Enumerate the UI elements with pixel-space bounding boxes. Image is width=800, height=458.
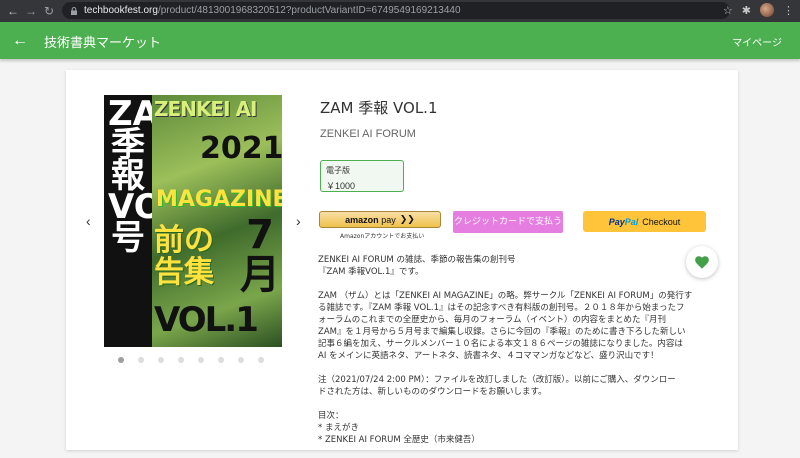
browser-reload-icon[interactable]: ↻	[40, 4, 58, 18]
description-line: ZENKEI AI FORUM の雑誌、季節の報告集の創刊号	[318, 255, 516, 265]
variant-price: ￥1000	[326, 181, 356, 191]
carousel-dot[interactable]	[118, 357, 124, 363]
browser-forward-icon[interactable]: →	[22, 4, 40, 18]
browser-back-icon[interactable]: ←	[4, 4, 22, 18]
cover-zenkei-text: ZENKEI AI	[154, 97, 257, 121]
heart-icon	[695, 255, 709, 269]
carousel-dot[interactable]	[138, 357, 144, 363]
product-title: ZAM 季報 VOL.1	[320, 99, 438, 117]
variant-name: 電子版	[326, 166, 350, 175]
paypal-checkout-label: Checkout	[642, 216, 681, 227]
paypal-logo: PayPal	[608, 216, 639, 227]
circle-name-link[interactable]: ZENKEI AI FORUM	[320, 128, 416, 140]
carousel-dot[interactable]	[258, 357, 264, 363]
toc-item: * ZENKEI AI FORUM 全歴史（市来健吾）	[318, 435, 480, 445]
browser-toolbar: ← → ↻ techbookfest.org/product/481300196…	[0, 0, 800, 22]
description-line: ォーラムのこれまでの全歴史から、毎月のフォーラム（イベント）の内容をまとめた『月…	[318, 315, 666, 325]
cover-magazine-text: MAGAZINE	[156, 187, 282, 212]
mypage-link[interactable]: マイページ	[732, 34, 782, 49]
bookmark-star-icon[interactable]: ☆	[723, 4, 733, 17]
amazon-logo-text: amazon	[345, 214, 379, 225]
profile-avatar[interactable]	[760, 3, 774, 17]
extensions-icon[interactable]: ✱	[742, 4, 751, 17]
favorite-button[interactable]	[686, 246, 718, 278]
cover-vol-text: VOL.1号	[154, 300, 259, 340]
carousel-dot[interactable]	[238, 357, 244, 363]
carousel-dot[interactable]	[158, 357, 164, 363]
cover-month-text: 7月	[240, 212, 280, 298]
cover-subtitle-text: 前の告集	[154, 223, 214, 290]
carousel-dot[interactable]	[178, 357, 184, 363]
browser-menu-icon[interactable]: ⋮	[783, 4, 794, 17]
address-bar[interactable]: techbookfest.org/product/481300196832051…	[62, 2, 730, 19]
cover-year-text: 2021	[200, 131, 282, 166]
double-chevron-icon: ❯❯	[399, 214, 415, 224]
site-title[interactable]: 技術書典マーケット	[44, 32, 161, 51]
carousel-prev-icon[interactable]: ‹	[86, 213, 91, 229]
back-arrow-icon[interactable]: ←	[10, 31, 30, 51]
carousel-dots	[118, 357, 264, 363]
carousel-next-icon[interactable]: ›	[296, 213, 301, 229]
carousel-dot[interactable]	[198, 357, 204, 363]
description-line: ドされた方は、新しいもののダウンロードをお願いします。	[318, 387, 547, 397]
description-line: AI をメインに英語ネタ、アートネタ、読書ネタ、４コママンガなどなど、盛り沢山で…	[318, 351, 659, 361]
description-line: ZAM （ザム）とは「ZENKEI AI MAGAZINE」の略。弊サークル「Z…	[318, 291, 693, 301]
description-line: る雑誌です。『ZAM 季報 VOL.1』はその記念すべき有料版の創刊号。２０１８…	[318, 303, 685, 313]
amazon-pay-caption: Amazonアカウントでお支払い	[340, 233, 425, 240]
credit-card-button[interactable]: クレジットカードで支払う	[453, 211, 563, 233]
paypal-checkout-button[interactable]: PayPal Checkout	[583, 211, 706, 232]
carousel-dot[interactable]	[218, 357, 224, 363]
description-line: 『ZAM 季報VOL.1』です。	[318, 267, 424, 277]
description-line: 記事６編を加え、サークルメンバー１０名による本文１８６ページの雑誌になりました。…	[318, 339, 683, 349]
product-description: ZENKEI AI FORUM の雑誌、季節の報告集の創刊号 『ZAM 季報VO…	[318, 254, 693, 458]
description-line: ZAM』を１月号から５月号まで編集し収録。さらに今回の『季報』のために書き下ろし…	[318, 327, 686, 337]
url-text: techbookfest.org/product/481300196832051…	[84, 5, 461, 16]
cover-spine-text: ZAM季報VOL.1号	[108, 95, 221, 258]
toc-item: * まえがき	[318, 423, 359, 433]
description-line: 注（2021/07/24 2:00 PM）：ファイルを改訂しました（改訂版）。以…	[318, 375, 676, 385]
toc-title: 目次：	[318, 411, 344, 421]
app-bar: ← 技術書典マーケット マイページ	[0, 22, 800, 59]
book-cover-image: ZAM季報VOL.1号 ZENKEI AI 2021 MAGAZINE 前の告集…	[104, 95, 282, 347]
variant-option-ebook[interactable]: 電子版 ￥1000	[320, 160, 404, 192]
lock-icon	[71, 6, 77, 15]
amazon-pay-button[interactable]: amazon pay ❯❯	[319, 211, 441, 228]
